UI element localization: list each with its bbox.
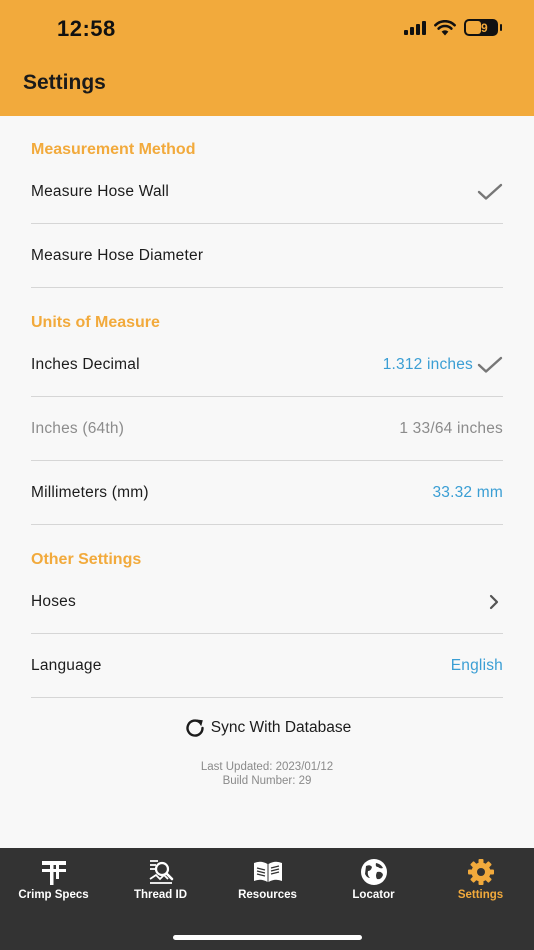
- tab-label: Crimp Specs: [18, 889, 89, 901]
- home-indicator[interactable]: [173, 935, 362, 940]
- tab-label: Resources: [238, 889, 297, 901]
- build-number-text: Build Number: 29: [222, 775, 312, 787]
- page-title: Settings: [23, 71, 106, 94]
- tab-label: Thread ID: [133, 889, 188, 901]
- crimp-specs-icon: [39, 856, 69, 888]
- sync-with-database-button[interactable]: Sync With Database: [0, 716, 534, 740]
- tab-label: Settings: [457, 889, 504, 901]
- wifi-icon: [434, 19, 456, 35]
- status-icons: 49: [404, 19, 502, 36]
- row-hoses[interactable]: Hoses: [31, 570, 503, 634]
- tab-thread-id[interactable]: Thread ID: [107, 856, 214, 901]
- row-value: English: [450, 656, 503, 674]
- app-header: 12:58 49 Settings: [0, 0, 534, 116]
- last-updated-text: Last Updated: 2023/01/12: [200, 761, 334, 773]
- tab-settings[interactable]: Settings: [427, 856, 534, 901]
- section-title-units: Units of Measure: [31, 314, 160, 331]
- tab-crimp-specs[interactable]: Crimp Specs: [0, 856, 107, 901]
- row-label: Measure Hose Diameter: [31, 246, 204, 264]
- row-measure-hose-wall[interactable]: Measure Hose Wall: [31, 160, 503, 224]
- battery-level: 49: [474, 20, 488, 35]
- battery-icon: 49: [464, 19, 502, 36]
- row-value: 1.312 inches: [382, 355, 473, 373]
- cellular-signal-icon: [404, 20, 426, 35]
- row-inches-decimal[interactable]: Inches Decimal 1.312 inches: [31, 333, 503, 397]
- row-label: Inches (64th): [31, 419, 125, 437]
- status-time: 12:58: [57, 16, 116, 41]
- refresh-icon: [183, 716, 207, 740]
- row-label: Language: [31, 656, 102, 674]
- row-label: Hoses: [31, 592, 76, 610]
- row-language[interactable]: Language English: [31, 634, 503, 698]
- checkmark-icon: [477, 183, 503, 201]
- chevron-right-icon: [485, 593, 503, 611]
- globe-icon: [359, 856, 389, 888]
- row-label: Measure Hose Wall: [31, 182, 170, 200]
- section-title-other: Other Settings: [31, 551, 142, 568]
- row-millimeters[interactable]: Millimeters (mm) 33.32 mm: [31, 461, 503, 525]
- sync-label: Sync With Database: [210, 719, 352, 736]
- row-value: 33.32 mm: [432, 483, 503, 501]
- book-icon: [252, 856, 284, 888]
- checkmark-icon: [477, 356, 503, 374]
- row-label: Inches Decimal: [31, 355, 140, 373]
- thread-id-icon: [146, 856, 176, 888]
- tab-locator[interactable]: Locator: [320, 856, 427, 901]
- row-value: 1 33/64 inches: [399, 419, 503, 437]
- tab-resources[interactable]: Resources: [214, 856, 321, 901]
- tab-label: Locator: [352, 889, 395, 901]
- row-measure-hose-diameter[interactable]: Measure Hose Diameter: [31, 224, 503, 288]
- row-inches-64th[interactable]: Inches (64th) 1 33/64 inches: [31, 397, 503, 461]
- row-label: Millimeters (mm): [31, 483, 149, 501]
- gear-icon: [466, 856, 496, 888]
- section-title-measurement: Measurement Method: [31, 141, 196, 158]
